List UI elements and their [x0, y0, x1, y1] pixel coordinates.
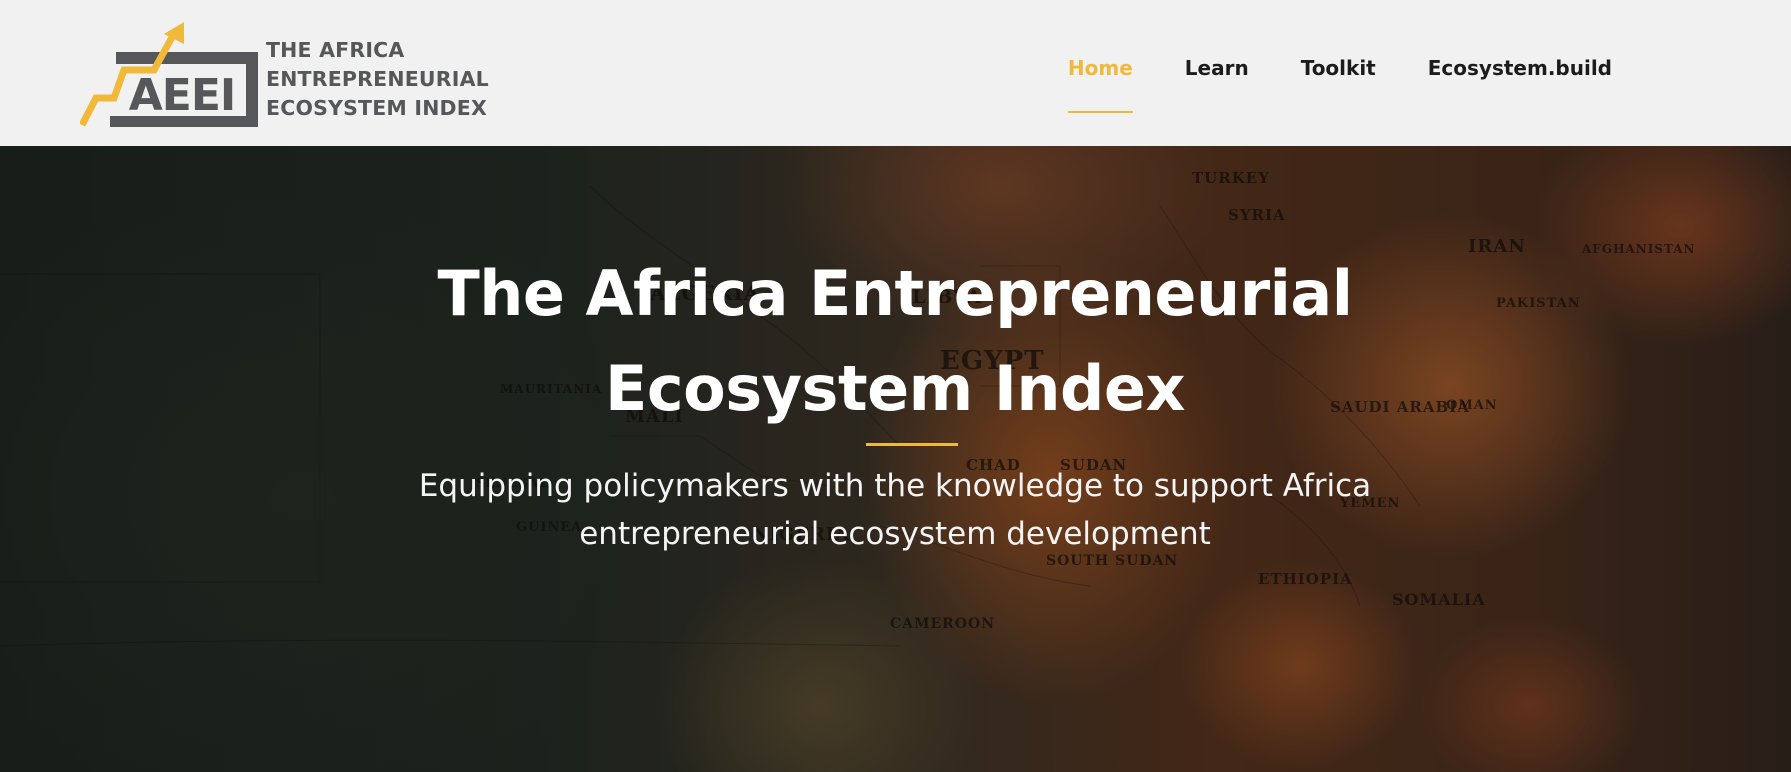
hero-title-line-2: Ecosystem Index	[605, 352, 1185, 425]
logo-line-2: ENTREPRENEURIAL	[266, 67, 489, 91]
logo-wordmark: THE AFRICA ENTREPRENEURIAL ECOSYSTEM IND…	[266, 36, 489, 123]
hero-subtitle: Equipping policymakers with the knowledg…	[250, 462, 1540, 558]
hero-subtitle-line-2: entrepreneurial ecosystem development	[579, 516, 1211, 552]
hero-divider	[866, 443, 958, 446]
hero-title: The Africa Entrepreneurial Ecosystem Ind…	[345, 246, 1445, 436]
nav-ecosystem-build[interactable]: Ecosystem.build	[1428, 56, 1612, 80]
logo-line-1: THE AFRICA	[266, 38, 405, 62]
logo-line-3: ECOSYSTEM INDEX	[266, 96, 487, 120]
nav-home[interactable]: Home	[1067, 56, 1133, 113]
logo-letters: AEEI	[129, 70, 236, 121]
hero-section: ALGERIA LIBYA MALI NIGERIA CHAD SUDAN SOUTH SU…	[0, 146, 1791, 772]
nav-toolkit[interactable]: Toolkit	[1301, 56, 1376, 80]
nav-learn[interactable]: Learn	[1185, 56, 1249, 80]
main-nav: Home Learn Toolkit Ecosystem.build	[1067, 56, 1612, 113]
hero-content: The Africa Entrepreneurial Ecosystem Ind…	[0, 146, 1791, 772]
hero-title-line-1: The Africa Entrepreneurial	[437, 257, 1353, 330]
aeei-logo-icon: AEEI	[80, 22, 258, 127]
site-logo[interactable]: AEEI THE AFRICA ENTREPRENEURIAL ECOSYSTE…	[80, 22, 489, 127]
hero-subtitle-line-1: Equipping policymakers with the knowledg…	[418, 468, 1372, 504]
site-header: AEEI THE AFRICA ENTREPRENEURIAL ECOSYSTE…	[0, 0, 1791, 146]
